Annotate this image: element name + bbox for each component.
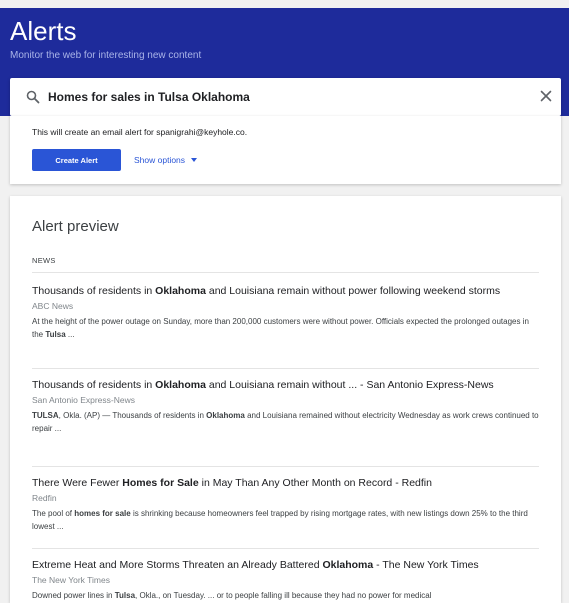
- search-input[interactable]: [48, 86, 528, 108]
- caret-down-icon: [191, 158, 198, 162]
- news-item-source: San Antonio Express-News: [32, 395, 135, 405]
- show-options-button[interactable]: Show options: [134, 155, 198, 165]
- news-item-snippet: The pool of homes for sale is shrinking …: [32, 509, 528, 531]
- email-alert-note: This will create an email alert for span…: [32, 127, 248, 137]
- news-item-title[interactable]: Thousands of residents in Oklahoma and L…: [32, 284, 542, 298]
- create-alert-button[interactable]: Create Alert: [32, 149, 121, 171]
- preview-title: Alert preview: [32, 218, 119, 235]
- divider: [32, 548, 539, 549]
- news-item-source: The New York Times: [32, 575, 110, 585]
- news-item-title[interactable]: Extreme Heat and More Storms Threaten an…: [32, 558, 542, 572]
- news-item: There Were Fewer Homes for Sale in May T…: [32, 476, 542, 533]
- alert-preview-card: Alert preview NEWS Thousands of resident…: [10, 196, 561, 603]
- news-item-snippet: TULSA, Okla. (AP) — Thousands of residen…: [32, 411, 539, 433]
- news-item-title[interactable]: Thousands of residents in Oklahoma and L…: [32, 378, 542, 392]
- news-item-snippet: At the height of the power outage on Sun…: [32, 317, 529, 339]
- news-item: Thousands of residents in Oklahoma and L…: [32, 284, 542, 341]
- news-item-source: ABC News: [32, 301, 74, 311]
- divider: [32, 368, 539, 369]
- news-item: Extreme Heat and More Storms Threaten an…: [32, 558, 542, 602]
- section-label-news: NEWS: [32, 256, 56, 265]
- news-item-snippet: Downed power lines in Tulsa, Okla., on T…: [32, 591, 432, 600]
- page-title: Alerts: [10, 16, 77, 46]
- news-item-source: Redfin: [32, 493, 57, 503]
- search-bar: [10, 78, 561, 116]
- search-icon: [26, 90, 40, 104]
- divider: [32, 466, 539, 467]
- news-item: Thousands of residents in Oklahoma and L…: [32, 378, 542, 435]
- show-options-label: Show options: [134, 155, 186, 165]
- create-alert-card: This will create an email alert for span…: [10, 116, 561, 184]
- news-item-title[interactable]: There Were Fewer Homes for Sale in May T…: [32, 476, 542, 490]
- page-subtitle: Monitor the web for interesting new cont…: [10, 50, 202, 61]
- close-icon[interactable]: [538, 88, 554, 104]
- divider: [32, 272, 539, 273]
